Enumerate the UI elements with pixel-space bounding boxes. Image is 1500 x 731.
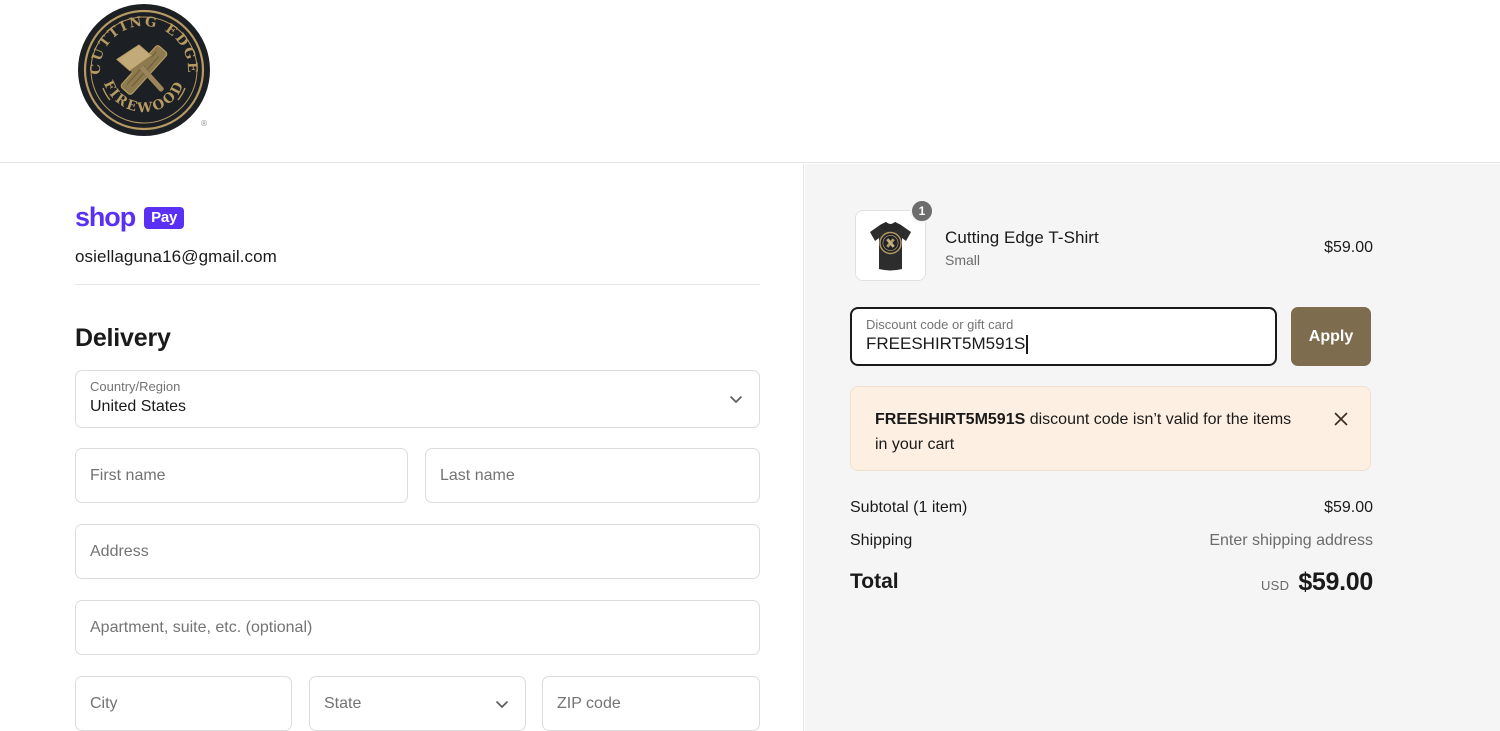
country-region-label: Country/Region <box>90 379 181 394</box>
checkout-form-panel: shop Pay osiellaguna16@gmail.com Deliver… <box>0 164 804 731</box>
state-placeholder: State <box>324 694 362 712</box>
first-name-field[interactable]: First name <box>75 448 408 503</box>
quantity-badge: 1 <box>910 199 934 223</box>
shop-pay-badge: Pay <box>144 206 185 229</box>
customer-email: osiellaguna16@gmail.com <box>75 247 277 266</box>
discount-error-banner: FREESHIRT5M591S discount code isn’t vali… <box>850 386 1371 471</box>
apartment-field[interactable]: Apartment, suite, etc. (optional) <box>75 600 760 655</box>
discount-code-label: Discount code or gift card <box>866 317 1014 332</box>
page-header: CUTTING EDGE FIREWOOD ® <box>0 0 1500 163</box>
checkout-page: CUTTING EDGE FIREWOOD ® shop Pay osiella… <box>0 0 1500 731</box>
address-placeholder: Address <box>90 542 149 560</box>
total-label: Total <box>850 570 899 593</box>
city-placeholder: City <box>90 694 118 712</box>
subtotal-row: Subtotal (1 item) $59.00 <box>850 499 1373 532</box>
text-cursor <box>1026 335 1028 354</box>
discount-code-value: FREESHIRT5M591S <box>866 334 1028 354</box>
discount-error-message: FREESHIRT5M591S discount code isn’t vali… <box>875 408 1295 458</box>
shipping-value: Enter shipping address <box>1209 532 1373 549</box>
state-select[interactable]: State <box>309 676 526 731</box>
product-variant: Small <box>945 252 981 268</box>
subtotal-value: $59.00 <box>1324 499 1373 516</box>
order-summary-panel: 1 Cutting Edge T-Shirt Small $59.00 Disc… <box>805 164 1500 731</box>
last-name-field[interactable]: Last name <box>425 448 760 503</box>
order-totals: Subtotal (1 item) $59.00 Shipping Enter … <box>850 499 1373 610</box>
zip-code-field[interactable]: ZIP code <box>542 676 760 731</box>
city-field[interactable]: City <box>75 676 292 731</box>
delivery-heading: Delivery <box>75 324 171 352</box>
tshirt-thumbnail-svg <box>856 211 925 280</box>
close-icon[interactable] <box>1332 409 1352 429</box>
shipping-label: Shipping <box>850 532 913 549</box>
shipping-row: Shipping Enter shipping address <box>850 532 1373 565</box>
registered-mark: ® <box>200 119 208 128</box>
country-region-value: United States <box>90 398 187 415</box>
section-divider <box>75 284 760 285</box>
total-amount-group: USD $59.00 <box>1261 568 1373 597</box>
chevron-down-icon <box>495 697 509 711</box>
product-title: Cutting Edge T-Shirt <box>945 228 1099 247</box>
shop-pay-wordmark: shop <box>75 202 136 232</box>
chevron-down-icon <box>729 392 743 406</box>
apply-discount-button[interactable]: Apply <box>1291 307 1371 366</box>
cutting-edge-firewood-logo[interactable]: CUTTING EDGE FIREWOOD ® <box>76 2 216 142</box>
logo-svg: CUTTING EDGE FIREWOOD ® <box>78 4 210 136</box>
subtotal-label: Subtotal (1 item) <box>850 499 968 516</box>
total-currency: USD <box>1260 578 1290 593</box>
discount-code-input[interactable]: Discount code or gift card FREESHIRT5M59… <box>850 307 1277 366</box>
last-name-placeholder: Last name <box>440 466 515 484</box>
grand-total-row: Total USD $59.00 <box>850 568 1373 610</box>
discount-code-text: FREESHIRT5M591S <box>866 334 1026 354</box>
zip-code-placeholder: ZIP code <box>557 694 621 712</box>
first-name-placeholder: First name <box>90 466 166 484</box>
product-price: $59.00 <box>1324 239 1373 256</box>
cart-line-item: 1 Cutting Edge T-Shirt Small $59.00 <box>850 199 1373 281</box>
shop-pay-logo: shop Pay <box>75 202 185 232</box>
total-amount: $59.00 <box>1298 568 1373 596</box>
country-region-select[interactable]: Country/Region United States <box>75 370 760 428</box>
address-field[interactable]: Address <box>75 524 760 579</box>
discount-error-code: FREESHIRT5M591S <box>875 411 1026 428</box>
apartment-placeholder: Apartment, suite, etc. (optional) <box>90 618 313 636</box>
